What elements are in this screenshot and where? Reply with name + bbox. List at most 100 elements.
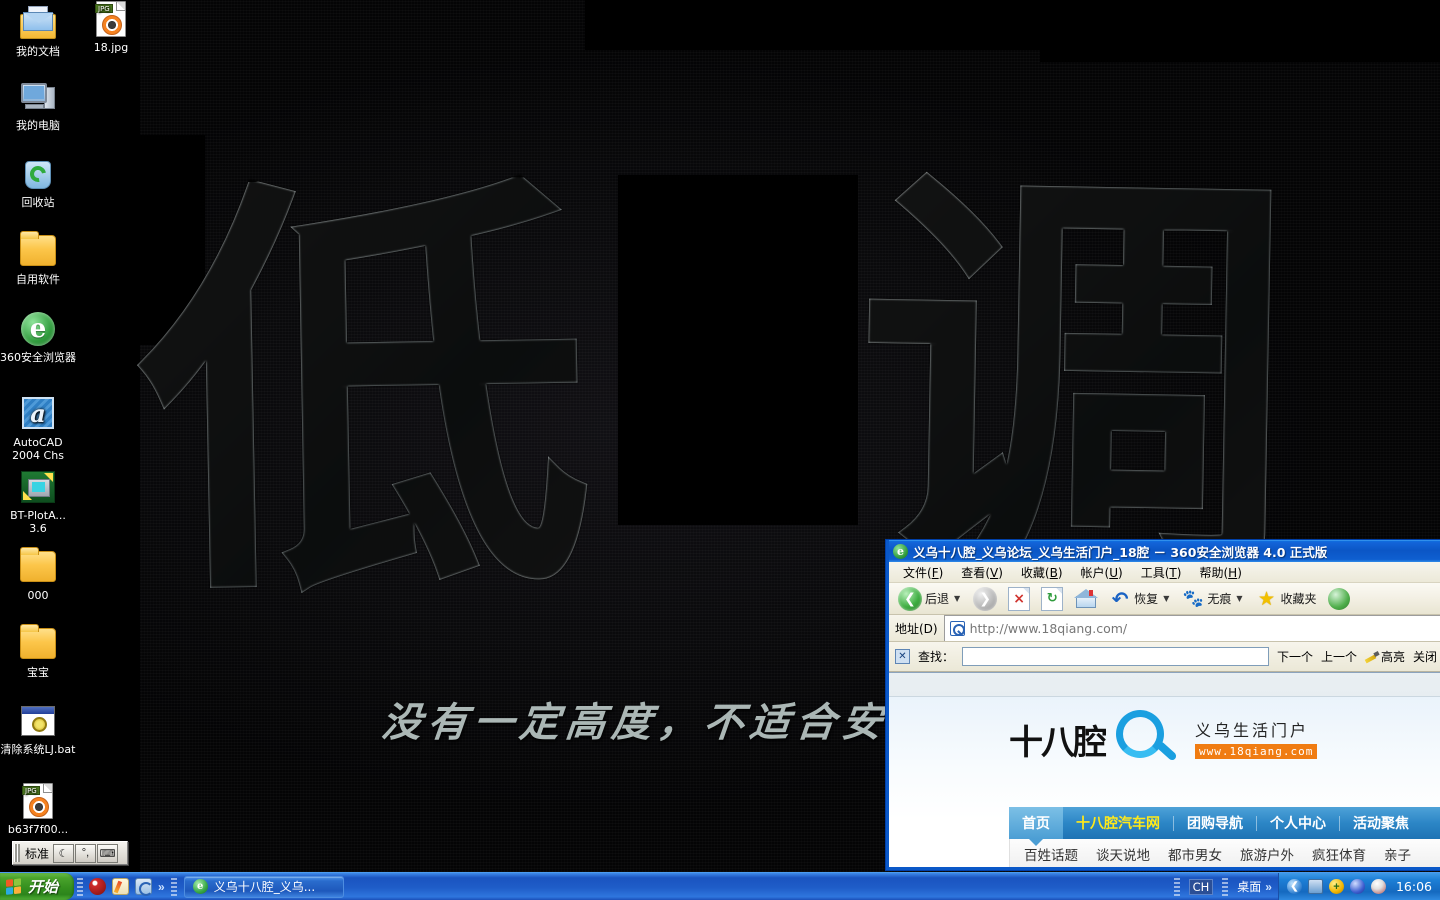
taskbar[interactable]: 开始 » e 义乌十八腔_义乌... CH 桌面 » ❮ + 16:06: [0, 872, 1440, 900]
find-input[interactable]: [962, 647, 1269, 666]
nav-item-activities[interactable]: 活动聚焦: [1340, 807, 1422, 839]
desktop-icon-360-browser[interactable]: 360安全浏览器: [0, 310, 76, 364]
menu-bar[interactable]: 文件(F) 查看(V) 收藏(B) 帐户(U) 工具(T) 帮助(H): [889, 562, 1440, 583]
find-highlight-button[interactable]: 高亮: [1365, 648, 1405, 665]
find-bar[interactable]: ✕ 查找： 下一个 上一个 高亮 关闭: [889, 642, 1440, 672]
logo-wordmark: 十八腔: [1009, 723, 1107, 763]
menu-favorites[interactable]: 收藏(B): [1013, 562, 1071, 583]
toolbar[interactable]: ❮ 后退 ▼ ❯ × ↻ ↶ 恢复 ▼ 🐾 无痕 ▼ ★ 收藏夹: [889, 583, 1440, 615]
desktop-icon-autocad[interactable]: AutoCAD 2004 Chs: [0, 395, 76, 462]
site-navigation[interactable]: 首页 十八腔汽车网 团购导航 个人中心 活动聚焦 百姓话题 谈天说地 都市男女 …: [1009, 807, 1440, 867]
page-content[interactable]: 十八腔 义乌生活门户 www.18qiang.com 首页 十八腔汽车网 团购导…: [889, 697, 1440, 867]
language-bar[interactable]: CH: [1183, 878, 1220, 895]
window-title: 义乌十八腔_义乌论坛_义乌生活门户_18腔 － 360安全浏览器 4.0 正式版: [913, 545, 1328, 560]
menu-tools[interactable]: 工具(T): [1133, 562, 1190, 583]
toolbar-grip[interactable]: [1173, 877, 1180, 896]
quick-launch-bar[interactable]: »: [86, 873, 168, 900]
autocad-icon: [19, 395, 57, 433]
desktop-icon-bt-plot[interactable]: BT-PlotA... 3.6: [0, 468, 76, 535]
chevron-down-icon[interactable]: ▼: [952, 594, 962, 603]
subnav-item-5[interactable]: 亲子: [1384, 844, 1411, 864]
stop-button[interactable]: ×: [1004, 584, 1034, 614]
subnav-item-3[interactable]: 旅游户外: [1240, 844, 1294, 864]
nav-item-groupbuy[interactable]: 团购导航: [1174, 807, 1256, 839]
browser-icon[interactable]: [135, 878, 154, 896]
main-nav[interactable]: 首页 十八腔汽车网 团购导航 个人中心 活动聚焦: [1009, 807, 1440, 846]
desktop-icon-ziyong-ruanjian[interactable]: 自用软件: [0, 231, 76, 286]
window-title-bar[interactable]: e 义乌十八腔_义乌论坛_义乌生活门户_18腔 － 360安全浏览器 4.0 正…: [889, 540, 1440, 562]
menu-help[interactable]: 帮助(H): [1191, 562, 1249, 583]
toolbar-grip[interactable]: [170, 877, 177, 896]
subnav-item-0[interactable]: 百姓话题: [1024, 844, 1078, 864]
desktop-icon-18-jpg[interactable]: JPG 18.jpg: [73, 0, 149, 54]
nav-item-home[interactable]: 首页: [1009, 807, 1063, 846]
subnav-item-1[interactable]: 谈天说地: [1096, 844, 1150, 864]
menu-file[interactable]: 文件(F): [895, 562, 951, 583]
punctuation-icon[interactable]: °,: [75, 843, 97, 863]
site-logo[interactable]: 十八腔 义乌生活门户 www.18qiang.com: [1009, 710, 1318, 763]
desktop-toolbar-label[interactable]: 桌面: [1237, 878, 1261, 895]
desktop-toolbar[interactable]: 桌面 »: [1231, 878, 1278, 895]
toolbar-grip[interactable]: [1222, 877, 1229, 896]
keyboard-icon[interactable]: ⌨: [97, 843, 119, 863]
start-button[interactable]: 开始: [0, 873, 75, 900]
show-hidden-icon[interactable]: ❮: [1286, 879, 1302, 894]
desktop-icon-clean-system-bat[interactable]: 清除系统LJ.bat: [0, 702, 76, 756]
sub-nav[interactable]: 百姓话题 谈天说地 都市男女 旅游户外 疯狂体育 亲子: [1009, 839, 1440, 867]
trace-free-button[interactable]: 🐾 无痕 ▼: [1178, 585, 1248, 613]
browser-tab-strip[interactable]: [889, 673, 1440, 697]
address-bar[interactable]: 地址(D) http://www.18qiang.com/: [889, 615, 1440, 642]
system-tray[interactable]: ❮ + 16:06: [1277, 873, 1440, 900]
task-button[interactable]: e 义乌十八腔_义乌...: [183, 875, 344, 898]
favorites-button[interactable]: ★ 收藏夹: [1252, 585, 1321, 613]
desktop-toolbar-more-icon[interactable]: »: [1265, 880, 1272, 894]
chevron-down-icon[interactable]: ▼: [1161, 594, 1171, 603]
desktop-icon-recycle-bin[interactable]: 回收站: [0, 155, 76, 209]
wallpaper-plate: [1040, 0, 1440, 62]
nav-item-auto[interactable]: 十八腔汽车网: [1063, 807, 1173, 839]
menu-account[interactable]: 帐户(U): [1073, 562, 1131, 583]
nav-item-usercenter[interactable]: 个人中心: [1257, 807, 1339, 839]
desktop-icon-label: BT-PlotA... 3.6: [10, 509, 66, 535]
close-icon[interactable]: ✕: [895, 649, 910, 664]
restore-label: 恢复: [1134, 592, 1159, 606]
notification-area[interactable]: CH 桌面 » ❮ + 16:06: [1171, 873, 1440, 900]
desktop-icon-baobao[interactable]: 宝宝: [0, 624, 76, 679]
restore-button[interactable]: ↶ 恢复 ▼: [1105, 585, 1175, 613]
menu-view[interactable]: 查看(V): [953, 562, 1011, 583]
home-button[interactable]: [1070, 585, 1102, 613]
find-next-button[interactable]: 下一个: [1277, 648, 1313, 665]
drag-handle-icon[interactable]: [14, 844, 20, 862]
folder-icon: [19, 547, 57, 586]
find-prev-button[interactable]: 上一个: [1321, 648, 1357, 665]
chevron-down-icon[interactable]: ▼: [1234, 594, 1244, 603]
quick-launch-more-icon[interactable]: »: [158, 880, 165, 894]
page-viewport[interactable]: 十八腔 义乌生活门户 www.18qiang.com 首页 十八腔汽车网 团购导…: [889, 672, 1440, 867]
notepad-icon[interactable]: [112, 878, 130, 895]
media-player-icon[interactable]: [89, 878, 107, 895]
moon-icon[interactable]: [1349, 879, 1365, 894]
task-button-list[interactable]: e 义乌十八腔_义乌...: [180, 873, 344, 900]
language-indicator[interactable]: CH: [1188, 878, 1214, 895]
refresh-button[interactable]: ↻: [1037, 584, 1067, 614]
subnav-item-2[interactable]: 都市男女: [1168, 844, 1222, 864]
browser-window[interactable]: e 义乌十八腔_义乌论坛_义乌生活门户_18腔 － 360安全浏览器 4.0 正…: [886, 540, 1440, 870]
qq-penguin-icon[interactable]: [1370, 879, 1386, 894]
clock[interactable]: 16:06: [1392, 879, 1432, 894]
address-input[interactable]: http://www.18qiang.com/: [943, 615, 1440, 641]
moon-icon[interactable]: ☾: [53, 843, 75, 863]
desktop-icon-my-computer[interactable]: 我的电脑: [0, 78, 76, 132]
network-icon[interactable]: [1307, 879, 1323, 894]
shield-icon[interactable]: +: [1328, 879, 1344, 894]
subnav-item-4[interactable]: 疯狂体育: [1312, 844, 1366, 864]
ime-language-bar[interactable]: 标准 ☾ °, ⌨: [12, 841, 128, 865]
desktop-icon-my-documents[interactable]: 我的文档: [0, 4, 76, 58]
desktop-icon-b63f7f00[interactable]: JPG b63f7f00...: [0, 782, 76, 836]
forward-button[interactable]: ❯: [969, 584, 1001, 614]
desktop-icon-000[interactable]: 000: [0, 547, 76, 602]
speed-button[interactable]: [1324, 585, 1354, 613]
toolbar-grip[interactable]: [77, 877, 84, 896]
highlighter-pen-icon: [1365, 651, 1379, 663]
back-button[interactable]: ❮ 后退 ▼: [894, 584, 966, 614]
find-close-button[interactable]: 关闭: [1413, 648, 1437, 665]
